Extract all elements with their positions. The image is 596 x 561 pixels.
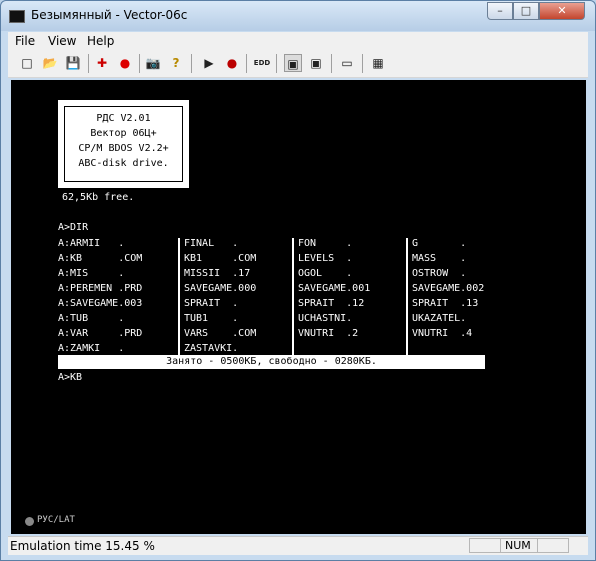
status-bar: Emulation time 15.45 % NUM	[8, 536, 588, 555]
indicator-led-icon	[25, 517, 34, 526]
file-entry: UKAZATEL.	[412, 313, 467, 324]
file-entry: MISSII .17	[184, 268, 251, 279]
column-separator	[406, 238, 408, 356]
file-entry: SPRAIT .13	[412, 298, 479, 309]
column-separator	[178, 238, 180, 356]
maximize-button[interactable]: □	[513, 2, 539, 20]
file-entry: A:KB .COM	[58, 253, 143, 264]
file-entry: LEVELS .	[298, 253, 353, 264]
num-lock-indicator: NUM	[500, 538, 538, 553]
file-entry: OGOL .	[298, 268, 353, 279]
file-entry: OSTROW .	[412, 268, 467, 279]
file-entry: UCHASTNI.	[298, 313, 353, 324]
open-folder-icon[interactable]: 📂	[41, 54, 59, 72]
record-icon[interactable]: ●	[116, 54, 134, 72]
banner-line: CP/M BDOS V2.2+	[78, 143, 169, 154]
menu-bar: File View Help	[8, 32, 588, 50]
toolbar-separator	[246, 54, 247, 73]
file-entry: FON .	[298, 238, 353, 249]
save-icon[interactable]: 💾	[64, 54, 82, 72]
toolbar-separator	[362, 54, 363, 73]
file-entry: A:PEREMEN .PRD	[58, 283, 143, 294]
disk-usage-text: Занято - 0500КБ, свободно - 0280КБ.	[166, 356, 377, 367]
file-entry: A:SAVEGAME.003	[58, 298, 143, 309]
file-entry: TUB1 .	[184, 313, 239, 324]
run-icon[interactable]: ▶	[200, 54, 218, 72]
tape-icon[interactable]: ▭	[338, 54, 356, 72]
camera-icon[interactable]: 📷	[144, 54, 162, 72]
menu-view[interactable]: View	[48, 34, 76, 48]
file-entry: ZASTAVKI.	[184, 343, 239, 354]
file-entry: SAVEGAME.002	[412, 283, 485, 294]
toolbar-separator	[88, 54, 89, 73]
file-entry: KB1 .COM	[184, 253, 257, 264]
target-icon[interactable]: ✚	[93, 54, 111, 72]
command-prompt: A>DIR	[58, 222, 89, 233]
status-cell-empty	[469, 538, 501, 553]
emulator-screen[interactable]: РДС V2.01 Вектор 06Ц+ CP/M BDOS V2.2+ AB…	[11, 80, 586, 534]
toolbar-separator	[331, 54, 332, 73]
disk-a-icon[interactable]: ▣	[284, 54, 302, 72]
file-entry: A:MIS .	[58, 268, 125, 279]
emulation-time: Emulation time 15.45 %	[10, 539, 155, 553]
stop-icon[interactable]: ●	[223, 54, 241, 72]
file-entry: SPRAIT .12	[298, 298, 365, 309]
file-entry: FINAL .	[184, 238, 239, 249]
minimize-button[interactable]: –	[487, 2, 513, 20]
file-entry: SAVEGAME.001	[298, 283, 371, 294]
file-entry: VNUTRI .2	[298, 328, 359, 339]
file-entry: G .	[412, 238, 467, 249]
menu-file[interactable]: File	[15, 34, 35, 48]
window-title: Безымянный - Vector-06c	[31, 8, 188, 22]
banner-line: РДС V2.01	[96, 113, 151, 124]
file-entry: MASS .	[412, 253, 467, 264]
app-icon	[9, 10, 25, 23]
boot-banner: РДС V2.01 Вектор 06Ц+ CP/M BDOS V2.2+ AB…	[58, 100, 189, 188]
rus-lat-label: РУС/LAT	[37, 515, 75, 525]
banner-line: ABC-disk drive.	[78, 158, 169, 169]
chip-icon[interactable]: ▦	[369, 54, 387, 72]
toolbar-separator	[276, 54, 277, 73]
toolbar: □ 📂 💾 ✚ ● 📷 ? ▶ ● EDD ▣ ▣ ▭ ▦	[8, 50, 588, 78]
close-button[interactable]: ✕	[539, 2, 585, 20]
menu-help[interactable]: Help	[87, 34, 114, 48]
free-space-text: 62,5Kb free.	[62, 192, 135, 203]
file-entry: A:ZAMKI .	[58, 343, 125, 354]
status-cell-empty	[537, 538, 569, 553]
file-entry: VARS .COM	[184, 328, 257, 339]
column-separator	[292, 238, 294, 356]
app-window: Безымянный - Vector-06c – □ ✕ File View …	[0, 0, 596, 561]
file-entry: VNUTRI .4	[412, 328, 473, 339]
new-file-icon[interactable]: □	[18, 54, 36, 72]
toolbar-separator	[191, 54, 192, 73]
disk-usage-bar: Занято - 0500КБ, свободно - 0280КБ.	[58, 355, 485, 369]
file-entry: A:VAR .PRD	[58, 328, 143, 339]
edd-icon[interactable]: EDD	[253, 54, 271, 72]
file-entry: SPRAIT .	[184, 298, 239, 309]
help-icon[interactable]: ?	[167, 54, 185, 72]
banner-line: Вектор 06Ц+	[90, 128, 157, 139]
title-bar[interactable]: Безымянный - Vector-06c – □ ✕	[1, 1, 595, 31]
file-entry: A:TUB .	[58, 313, 125, 324]
file-entry: A:ARMII .	[58, 238, 125, 249]
file-entry: SAVEGAME.000	[184, 283, 257, 294]
toolbar-separator	[139, 54, 140, 73]
command-prompt: A>KB	[58, 372, 83, 383]
disk-b-icon[interactable]: ▣	[307, 54, 325, 72]
